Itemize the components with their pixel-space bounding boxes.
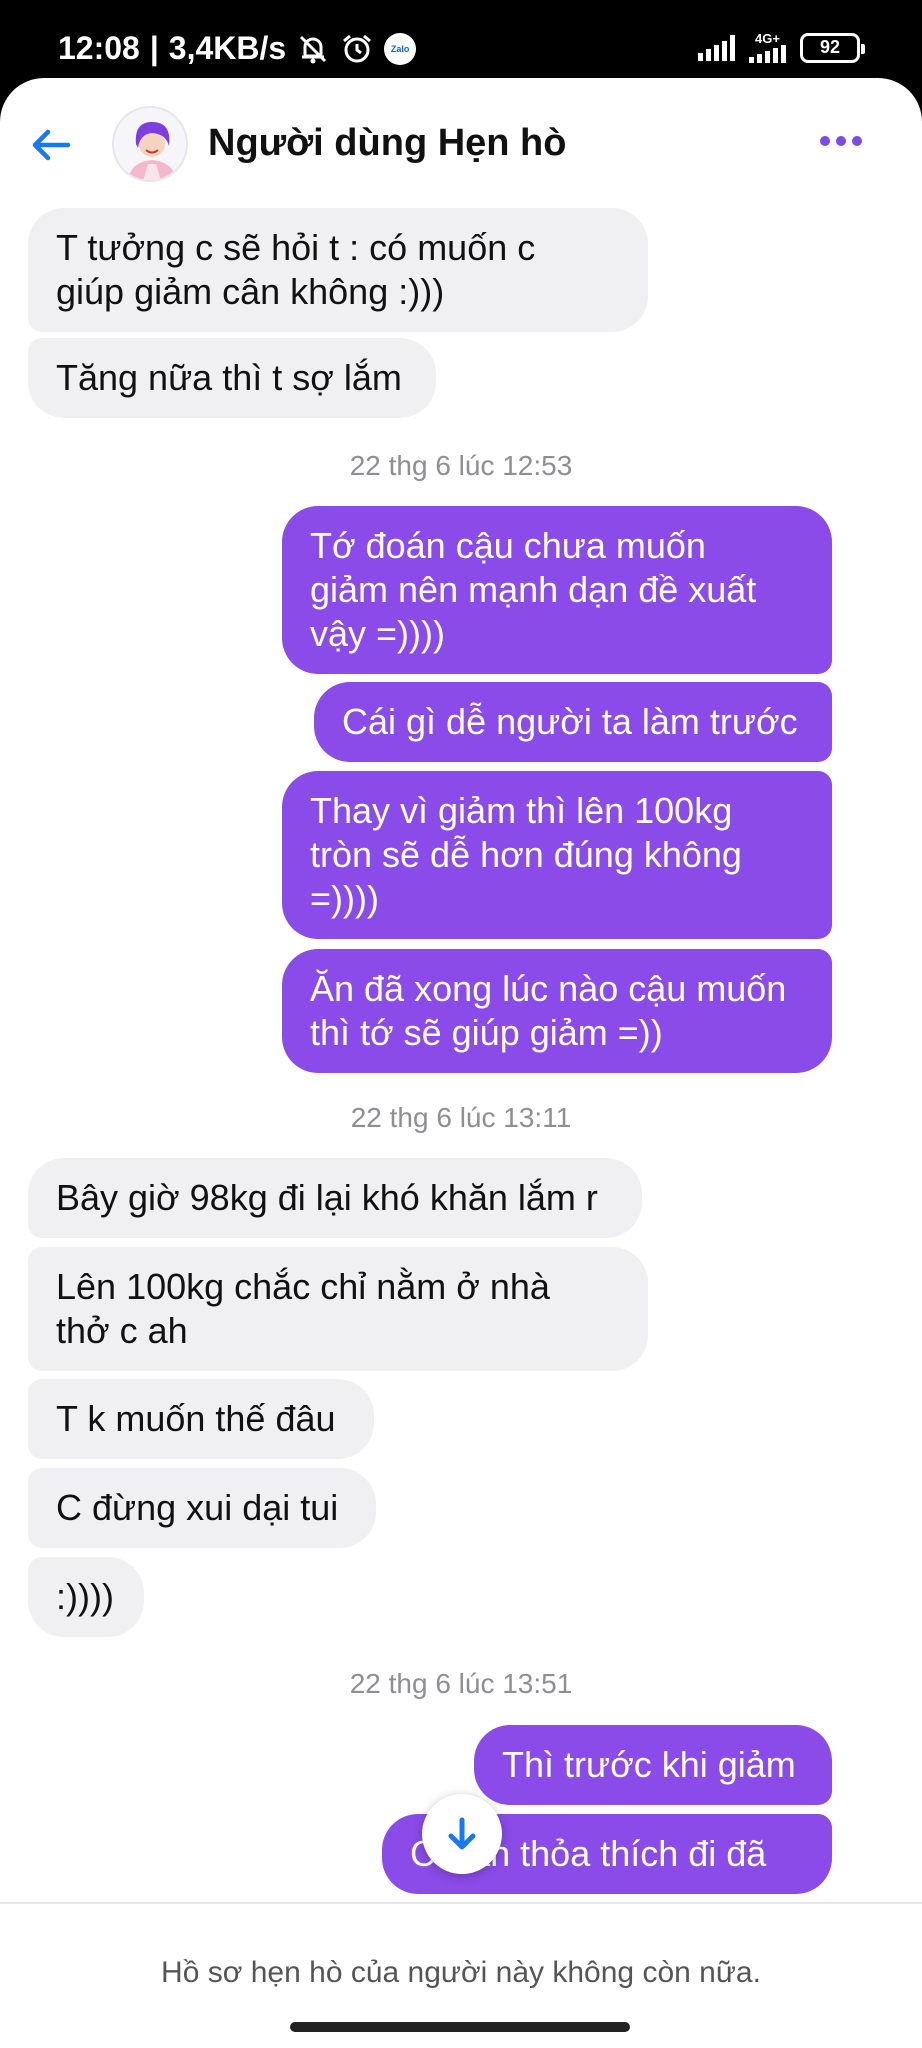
- mute-bell-icon: [296, 32, 330, 66]
- timestamp: 22 thg 6 lúc 13:11: [350, 1102, 572, 1133]
- status-bar: 12:08 | 3,4KB/s Zalo 4G+ 92: [0, 0, 922, 80]
- home-indicator[interactable]: [290, 2022, 630, 2032]
- chat-title: Người dùng Hẹn hò: [208, 122, 567, 164]
- message-bubble-incoming[interactable]: Tăng nữa thì t sợ lắm: [28, 338, 436, 418]
- dot-icon: [836, 136, 846, 146]
- timestamp: 22 thg 6 lúc 12:53: [349, 450, 573, 481]
- dot-icon: [852, 136, 862, 146]
- message-bubble-incoming[interactable]: Bây giờ 98kg đi lại khó khăn lắm r: [28, 1158, 642, 1238]
- dot-icon: [820, 136, 830, 146]
- message-bubble-incoming[interactable]: Lên 100kg chắc chỉ nằm ở nhà thở c ah: [28, 1247, 648, 1371]
- message-bubble-incoming[interactable]: C đừng xui dại tui: [28, 1468, 376, 1548]
- avatar[interactable]: [112, 106, 188, 182]
- message-bubble-outgoing[interactable]: Thì trước khi giảm: [474, 1725, 832, 1805]
- back-button[interactable]: [26, 120, 76, 170]
- message-bubble-outgoing[interactable]: Thay vì giảm thì lên 100kg tròn sẽ dễ hơ…: [282, 771, 832, 939]
- timestamp: 22 thg 6 lúc 13:51: [349, 1668, 573, 1699]
- status-left: 12:08 | 3,4KB/s Zalo: [58, 30, 417, 67]
- message-bubble-incoming[interactable]: :)))): [28, 1557, 144, 1637]
- scroll-to-bottom-button[interactable]: [422, 1794, 502, 1874]
- clock: 12:08: [58, 30, 140, 66]
- message-bubble-incoming[interactable]: T tưởng c sẽ hỏi t : có muốn c giúp giảm…: [28, 208, 648, 332]
- message-bubble-outgoing[interactable]: Cái gì dễ người ta làm trước: [314, 682, 832, 762]
- signal-icon: [698, 34, 735, 61]
- mobile-signal-icon: 4G+: [749, 32, 786, 63]
- alarm-icon: [340, 32, 374, 66]
- chat-panel: Người dùng Hẹn hò T tưởng c sẽ hỏi t : c…: [0, 78, 922, 2048]
- network-speed: 3,4KB/s: [168, 30, 287, 66]
- more-options-button[interactable]: [820, 136, 862, 146]
- battery-icon: 92: [800, 32, 865, 63]
- status-right: 4G+ 92: [698, 32, 865, 63]
- arrow-down-icon: [448, 1817, 476, 1850]
- message-bubble-outgoing[interactable]: Tớ đoán cậu chưa muốn giảm nên mạnh dạn …: [282, 506, 832, 674]
- message-bubble-outgoing[interactable]: Ăn đã xong lúc nào cậu muốn thì tớ sẽ gi…: [282, 949, 832, 1073]
- profile-unavailable-notice: Hồ sơ hẹn hò của người này không còn nữa…: [161, 1956, 761, 1989]
- chat-header: Người dùng Hẹn hò: [0, 78, 922, 208]
- message-bubble-incoming[interactable]: T k muốn thế đâu: [28, 1379, 374, 1459]
- back-arrow-icon: [32, 129, 71, 161]
- zalo-icon: Zalo: [384, 32, 417, 65]
